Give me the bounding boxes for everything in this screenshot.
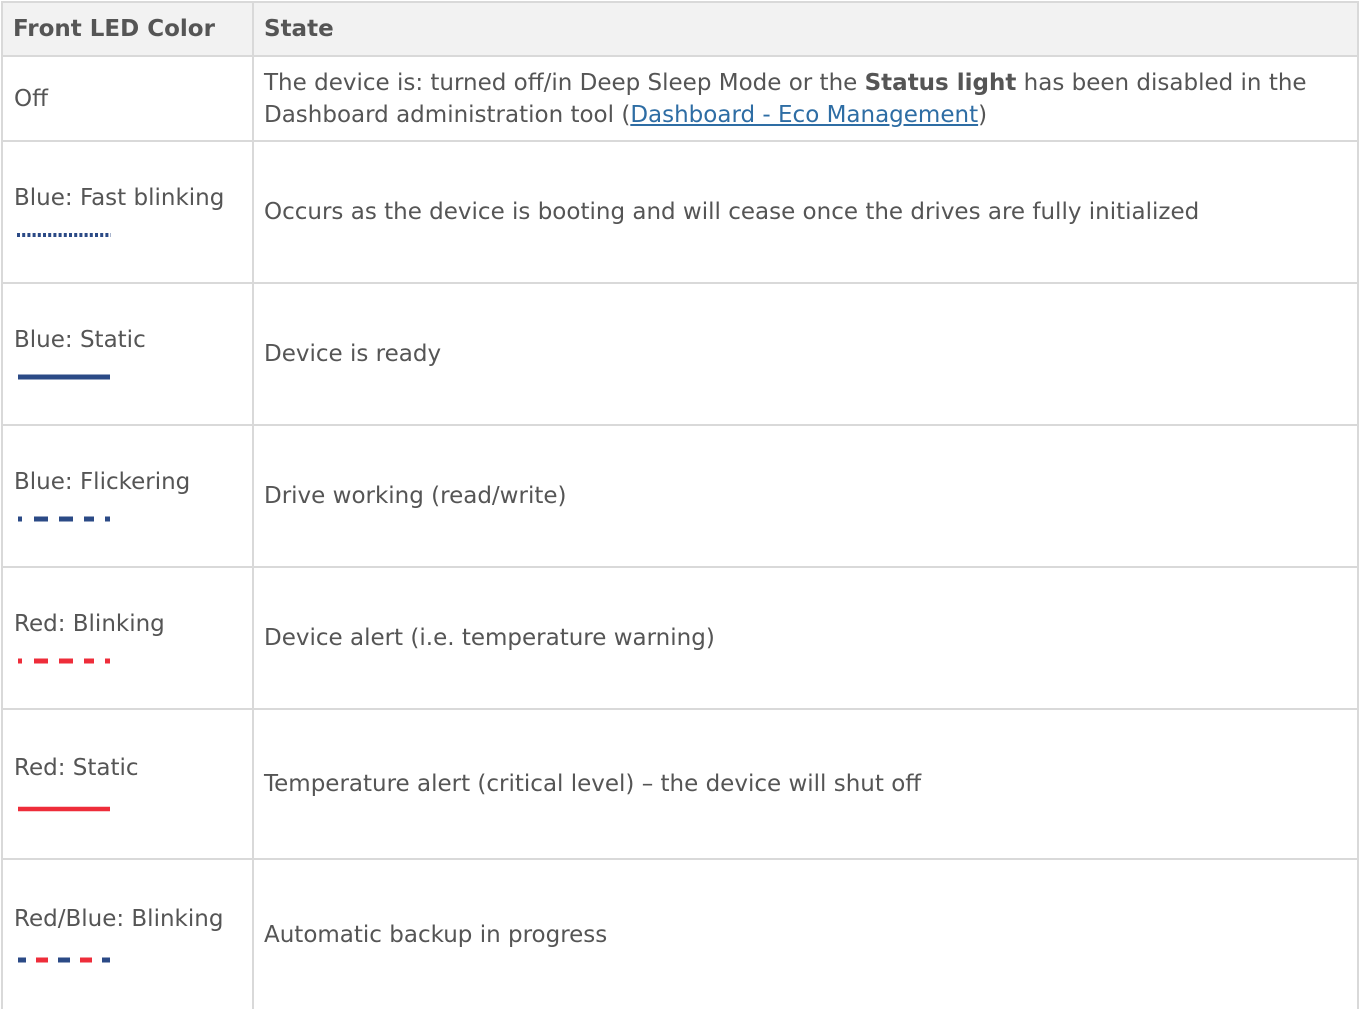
blue-fast-blink-icon [17, 233, 111, 237]
state-cell: The device is: turned off/in Deep Sleep … [252, 55, 1359, 142]
table-row: Blue: Static Device is ready [1, 282, 1359, 426]
table-row: Red: Blinking Device alert (i.e. tempera… [1, 566, 1359, 710]
red-blink-icon [18, 658, 110, 664]
led-color-cell: Blue: Static [1, 282, 254, 426]
led-color-name: Off [14, 85, 48, 112]
table-header-row: Front LED Color State [1, 1, 1359, 57]
led-color-cell: Blue: Fast blinking [1, 140, 254, 284]
table-row: Off The device is: turned off/in Deep Sl… [1, 55, 1359, 142]
led-color-cell: Red: Static [1, 708, 254, 860]
column-header-led-color: Front LED Color [1, 1, 254, 57]
led-color-name: Red: Blinking [14, 611, 165, 637]
status-light-term: Status light [864, 69, 1017, 96]
red-static-icon [18, 806, 110, 812]
led-status-table: Front LED Color State Off The device is:… [1, 1, 1359, 1009]
state-cell: Occurs as the device is booting and will… [252, 140, 1359, 284]
led-color-cell: Red/Blue: Blinking [1, 858, 254, 1009]
led-color-cell: Off [1, 55, 254, 142]
led-color-name: Blue: Static [14, 327, 146, 353]
state-cell: Drive working (read/write) [252, 424, 1359, 568]
led-color-name: Red/Blue: Blinking [14, 905, 224, 932]
state-text-pre: The device is: turned off/in Deep Sleep … [264, 69, 865, 96]
eco-management-link[interactable]: Dashboard - Eco Management [630, 102, 978, 128]
led-color-name: Blue: Fast blinking [14, 185, 225, 211]
table-row: Blue: Flickering Drive working (read/wri… [1, 424, 1359, 568]
table-row: Red/Blue: Blinking Automatic backup in p… [1, 858, 1359, 1009]
state-cell: Device alert (i.e. temperature warning) [252, 566, 1359, 710]
led-color-name: Blue: Flickering [14, 469, 191, 495]
state-cell: Device is ready [252, 282, 1359, 426]
blue-static-icon [18, 374, 110, 380]
led-color-cell: Red: Blinking [1, 566, 254, 710]
column-header-state: State [252, 1, 1359, 57]
state-text-post: ) [978, 101, 988, 128]
led-color-name: Red: Static [14, 755, 139, 781]
red-blue-blink-icon [18, 957, 110, 962]
led-color-cell: Blue: Flickering [1, 424, 254, 568]
state-cell: Automatic backup in progress [252, 858, 1359, 1009]
table-row: Blue: Fast blinking Occurs as the device… [1, 140, 1359, 284]
blue-flicker-icon [18, 516, 110, 522]
table-row: Red: Static Temperature alert (critical … [1, 708, 1359, 860]
state-cell: Temperature alert (critical level) – the… [252, 708, 1359, 860]
